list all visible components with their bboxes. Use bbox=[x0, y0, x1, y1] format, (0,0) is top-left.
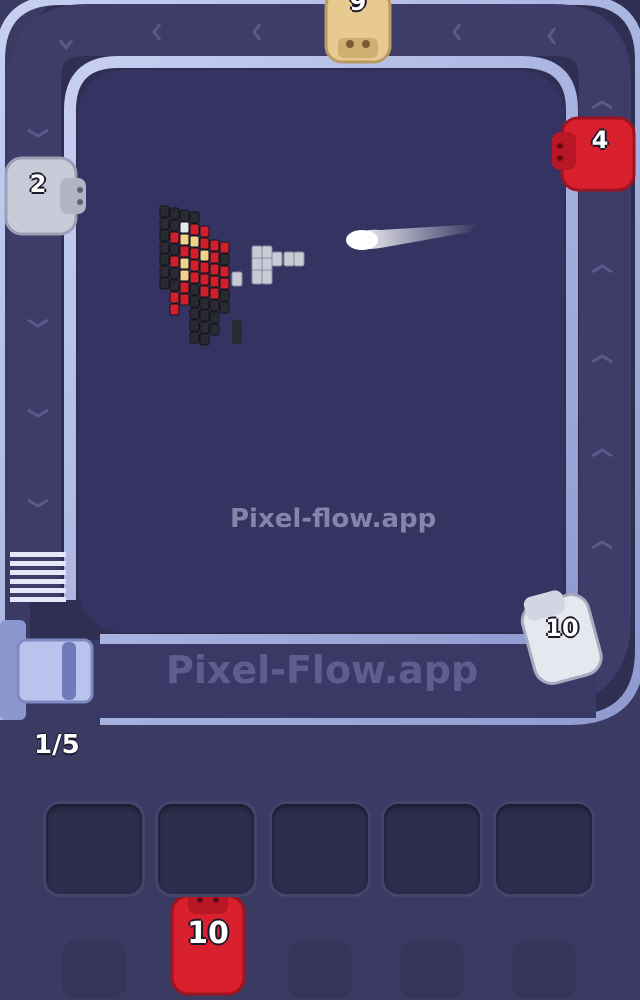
pixel-cell bbox=[209, 299, 220, 312]
next-shooter-count: 10 bbox=[187, 916, 229, 951]
pixel-cell bbox=[219, 289, 230, 302]
pixel-cell bbox=[209, 287, 220, 300]
shooter-left-count: 2 bbox=[29, 170, 47, 198]
pixel-cell bbox=[179, 257, 190, 270]
pixel-cell bbox=[169, 231, 180, 244]
pixel-cell bbox=[189, 295, 200, 308]
pixel-cell bbox=[169, 267, 180, 280]
pixel-cell bbox=[199, 249, 210, 262]
pixel-cell bbox=[159, 253, 170, 266]
pixel-cell bbox=[199, 309, 210, 322]
pixel-cell bbox=[199, 285, 210, 298]
pixel-cell bbox=[189, 307, 200, 320]
pixel-cell bbox=[189, 319, 200, 332]
pixel-cell bbox=[232, 320, 242, 344]
queue-position-2 bbox=[288, 940, 352, 998]
holding-slot-1[interactable] bbox=[46, 804, 142, 894]
pixel-cell bbox=[209, 275, 220, 288]
pixel-cell bbox=[209, 251, 220, 264]
pixel-cell bbox=[199, 333, 210, 346]
pixel-cell bbox=[189, 283, 200, 296]
pixel-cell bbox=[199, 273, 210, 286]
pixel-cell bbox=[199, 225, 210, 238]
pixel-cell bbox=[189, 259, 200, 272]
queue-position-1 bbox=[62, 940, 126, 998]
holding-slot-2[interactable] bbox=[158, 804, 254, 894]
pixel-cell bbox=[219, 301, 230, 314]
pixel-cell bbox=[231, 271, 243, 287]
pixel-cell bbox=[159, 205, 170, 218]
pixel-cell bbox=[283, 251, 295, 267]
pixel-cell bbox=[169, 279, 180, 292]
pixel-cell bbox=[179, 245, 190, 258]
queue-position-4 bbox=[512, 940, 576, 998]
pixel-cell bbox=[261, 269, 273, 285]
pixel-cell bbox=[199, 321, 210, 334]
pixel-cell bbox=[179, 233, 190, 246]
pixel-cell bbox=[209, 263, 220, 276]
pixel-cell bbox=[209, 311, 220, 324]
pixel-cell bbox=[159, 241, 170, 254]
pixel-cell bbox=[251, 269, 263, 285]
watermark-conveyor: Pixel-Flow.app bbox=[166, 648, 479, 692]
pixel-cell bbox=[169, 219, 180, 232]
shooter-right-bottom-count: 10 bbox=[545, 614, 579, 642]
pixel-cell bbox=[169, 243, 180, 256]
pixel-cell bbox=[159, 229, 170, 242]
holding-slot-3[interactable] bbox=[272, 804, 368, 894]
pixel-cell bbox=[169, 291, 180, 304]
pixel-cell bbox=[293, 251, 305, 267]
pixel-cell bbox=[199, 237, 210, 250]
pixel-cell bbox=[179, 209, 190, 222]
pixel-cell bbox=[209, 239, 220, 252]
pixel-cell bbox=[159, 217, 170, 230]
pixel-cell bbox=[179, 269, 190, 282]
pixel-cell bbox=[169, 303, 180, 316]
pixel-cell bbox=[209, 323, 220, 336]
shooter-right-top-count: 4 bbox=[591, 126, 609, 154]
pixel-cell bbox=[179, 221, 190, 234]
pixel-cell bbox=[219, 265, 230, 278]
pixel-cell bbox=[219, 253, 230, 266]
pixel-cell bbox=[179, 293, 190, 306]
shooter-top-count: 9 bbox=[349, 0, 367, 16]
pixel-cell bbox=[159, 277, 170, 290]
pixel-cell bbox=[189, 331, 200, 344]
pixel-cell bbox=[219, 241, 230, 254]
pixel-cell bbox=[199, 297, 210, 310]
holding-slot-4[interactable] bbox=[384, 804, 480, 894]
pixel-cell bbox=[199, 261, 210, 274]
watermark-center: Pixel-flow.app bbox=[230, 504, 437, 534]
pixel-cell bbox=[179, 281, 190, 294]
pixel-cell bbox=[189, 271, 200, 284]
pixel-cell bbox=[271, 251, 283, 267]
pixel-cell bbox=[169, 207, 180, 220]
pixel-cell bbox=[189, 223, 200, 236]
holding-slot-5[interactable] bbox=[496, 804, 592, 894]
pixel-cell bbox=[169, 255, 180, 268]
pixel-cell bbox=[189, 211, 200, 224]
pixel-cell bbox=[189, 247, 200, 260]
pixel-cell bbox=[159, 265, 170, 278]
pixel-cell bbox=[219, 277, 230, 290]
pixel-cell bbox=[189, 235, 200, 248]
queue-position-3 bbox=[400, 940, 464, 998]
queue-counter: 1/5 bbox=[34, 730, 80, 760]
